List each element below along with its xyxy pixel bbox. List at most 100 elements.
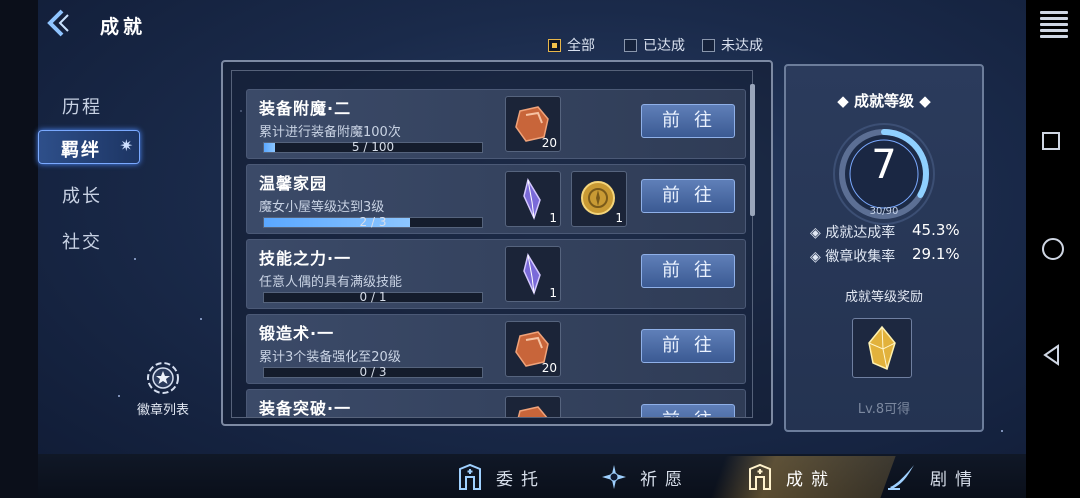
ore-icon — [517, 406, 548, 417]
bottom-nav-achievement[interactable]: 成就 — [746, 456, 836, 498]
badge-collection-rate: ◈ 徽章收集率 29.1% — [810, 245, 960, 266]
star-dot — [1001, 430, 1003, 432]
achievement-name: 装备附魔·二 — [259, 99, 352, 118]
achievement-desc: 累计进行装备附魔100次 — [259, 125, 401, 140]
bottom-nav-wish[interactable]: 祈愿 — [600, 456, 690, 498]
filter-all[interactable]: 全部 — [548, 35, 595, 55]
bottom-nav-label: 成就 — [786, 469, 836, 490]
left-edge — [0, 0, 38, 498]
nav-item-bond[interactable]: 羁绊 ✷ — [38, 130, 140, 164]
filter-completed[interactable]: 已达成 — [624, 35, 685, 55]
progress-bar: 5 / 100 — [263, 140, 483, 154]
go-button[interactable]: 前往 — [641, 404, 735, 417]
xp-text: 30/90 — [869, 206, 899, 217]
bottom-nav-label: 祈愿 — [640, 469, 690, 490]
reward-count: 1 — [615, 211, 623, 225]
achievement-name: 温馨家园 — [259, 174, 328, 193]
back-triangle-icon — [1043, 344, 1059, 366]
achievement-level-panel: ◆ 成就等级 ◆ 7 30/90 ◈ 成就达成率 45.3% ◈ 徽章收集率 2… — [784, 64, 984, 432]
nav-item-growth[interactable]: 成长 — [62, 182, 102, 208]
recent-apps-button[interactable] — [1042, 132, 1060, 150]
achievement-row: 锻造术·一 累计3个装备强化至20级 0 / 3 20 前往 — [246, 314, 746, 384]
nav-item-label: 羁绊 — [61, 140, 101, 161]
completion-rate: ◈ 成就达成率 45.3% — [810, 221, 960, 242]
menu-icon[interactable] — [1040, 8, 1068, 38]
star-dot — [200, 318, 202, 320]
page-title: 成就 — [100, 16, 147, 38]
progress-text: 2 / 3 — [359, 215, 387, 229]
reward-crystal[interactable]: 1 — [505, 171, 561, 227]
achievement-list-panel: 装备附魔·二 累计进行装备附魔100次 5 / 100 20 前往 温馨家园 魔… — [221, 60, 773, 426]
checkbox-icon — [548, 38, 561, 52]
gold-crystal-icon — [868, 325, 896, 371]
progress-bar: 2 / 3 — [263, 215, 483, 229]
stat-label: 徽章收集率 — [825, 249, 896, 265]
reward-ore[interactable]: 20 — [505, 96, 561, 152]
progress-bar: 0 / 1 — [263, 290, 483, 304]
bottom-nav-label: 剧情 — [930, 469, 980, 490]
stat-value: 45.3% — [912, 221, 960, 239]
bottom-nav-story[interactable]: 剧情 — [886, 456, 980, 498]
achievement-row: 温馨家园 魔女小屋等级达到3级 2 / 3 1 1 前往 — [246, 164, 746, 234]
diamond-icon: ◈ — [810, 225, 821, 241]
achievement-row: 装备突破·一 前往 — [246, 389, 746, 418]
reward-coin[interactable]: 1 — [571, 171, 627, 227]
system-back-button[interactable] — [1040, 343, 1064, 367]
filter-label: 未达成 — [721, 38, 763, 54]
achievement-name: 锻造术·一 — [259, 324, 335, 343]
level-number: 7 — [871, 142, 897, 188]
level-reward-item[interactable] — [852, 318, 912, 378]
star-dot — [134, 258, 136, 260]
achievement-desc: 累计3个装备强化至20级 — [259, 350, 401, 365]
filter-label: 全部 — [567, 38, 595, 54]
reward-count: 20 — [541, 361, 557, 375]
badge-list-label: 徽章列表 — [136, 403, 189, 418]
achievement-desc: 任意人偶的具有满级技能 — [259, 275, 403, 290]
filter-incomplete[interactable]: 未达成 — [702, 35, 763, 55]
reward-crystal[interactable]: 1 — [505, 246, 561, 302]
reward-ore[interactable] — [505, 396, 561, 417]
go-button[interactable]: 前往 — [641, 254, 735, 288]
reward-count: 1 — [549, 211, 557, 225]
back-button[interactable] — [40, 5, 76, 41]
go-button[interactable]: 前往 — [641, 104, 735, 138]
go-button[interactable]: 前往 — [641, 329, 735, 363]
level-panel-title-text: 成就等级 — [853, 92, 914, 110]
progress-text: 0 / 3 — [359, 365, 387, 379]
progress-bar: 0 / 3 — [263, 365, 483, 379]
achievement-name: 技能之力·一 — [259, 249, 352, 268]
level-panel-title: ◆ 成就等级 ◆ — [837, 92, 931, 110]
stat-label: 成就达成率 — [825, 225, 896, 241]
achievement-name: 装备突破·一 — [259, 399, 352, 418]
progress-text: 0 / 1 — [359, 290, 387, 304]
nav-item-history[interactable]: 历程 — [62, 93, 102, 119]
achievement-list[interactable]: 装备附魔·二 累计进行装备附魔100次 5 / 100 20 前往 温馨家园 魔… — [231, 70, 753, 418]
reward-count: 20 — [541, 136, 557, 150]
back-arrow-icon — [47, 9, 69, 37]
gate-icon — [749, 463, 771, 490]
go-button[interactable]: 前往 — [641, 179, 735, 213]
quill-icon — [888, 465, 914, 490]
reward-count: 1 — [549, 286, 557, 300]
nav-item-social[interactable]: 社交 — [62, 228, 102, 254]
stat-value: 29.1% — [912, 245, 960, 263]
diamond-icon: ◈ — [810, 249, 821, 265]
bottom-nav-label: 委托 — [496, 469, 546, 490]
star-burst-icon — [602, 465, 626, 489]
checkbox-icon — [702, 38, 715, 52]
reward-ore[interactable]: 20 — [505, 321, 561, 377]
progress-text: 5 / 100 — [351, 140, 395, 154]
list-scrollbar[interactable] — [750, 84, 755, 216]
achievement-desc: 魔女小屋等级达到3级 — [259, 200, 385, 215]
level-reward-title: 成就等级奖励 — [844, 290, 923, 305]
checkbox-icon — [624, 38, 637, 52]
home-button[interactable] — [1042, 238, 1064, 260]
badge-star-icon — [145, 360, 181, 396]
star-dot — [118, 395, 120, 397]
badge-list-button[interactable]: 徽章列表 — [130, 360, 196, 418]
bottom-nav-commission[interactable]: 委托 — [456, 456, 546, 498]
level-reward-note: Lv.8可得 — [857, 402, 911, 417]
filter-label: 已达成 — [643, 38, 685, 54]
achievement-row: 装备附魔·二 累计进行装备附魔100次 5 / 100 20 前往 — [246, 89, 746, 159]
gate-icon — [459, 463, 481, 490]
